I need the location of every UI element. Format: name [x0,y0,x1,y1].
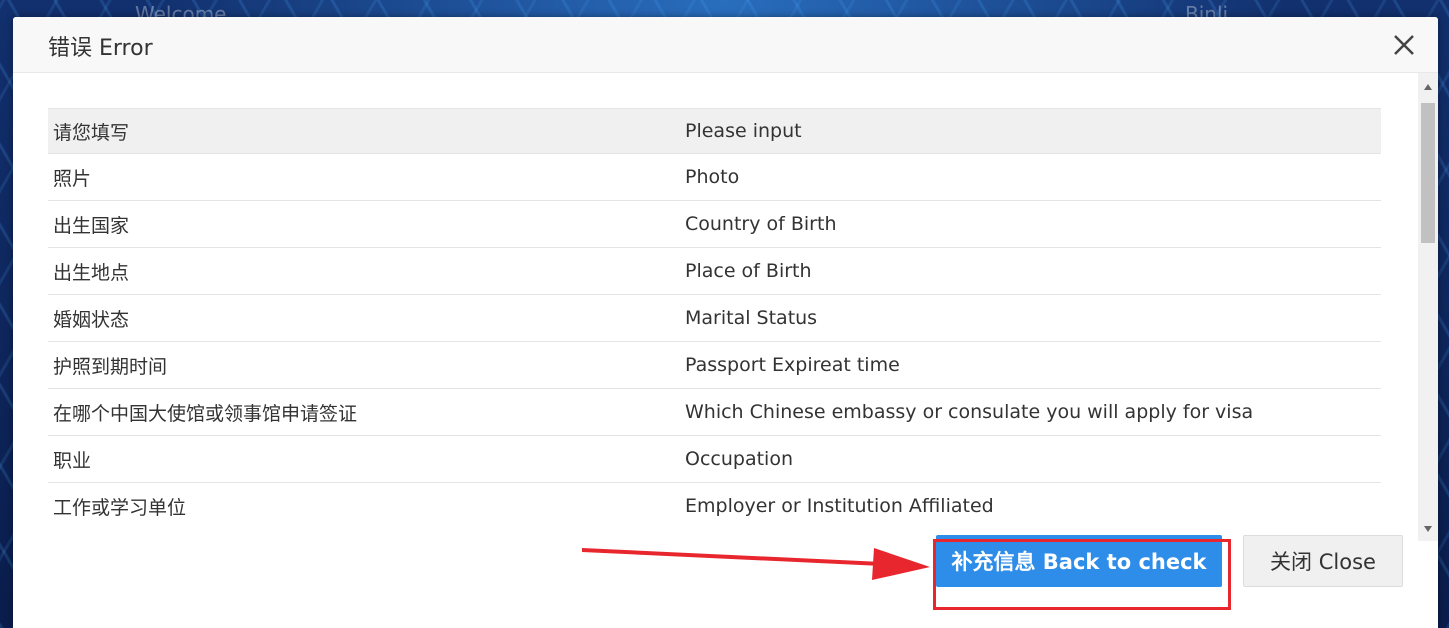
row-label-chinese: 工作或学习单位 [48,482,685,529]
scrollbar-thumb[interactable] [1421,103,1435,243]
row-label-english: Employer or Institution Affiliated [685,482,1381,529]
error-dialog: 错误 Error 请您填写 Please input 照片 Photo 出生国家… [13,17,1438,628]
vertical-scrollbar[interactable] [1418,73,1438,541]
row-label-chinese: 照片 [48,153,685,201]
table-row: 职业 Occupation [48,435,1381,483]
row-label-english: Marital Status [685,294,1381,342]
row-label-english: Place of Birth [685,247,1381,295]
table-row: 护照到期时间 Passport Expireat time [48,341,1381,389]
scroll-up-icon[interactable] [1418,77,1438,97]
scroll-down-icon[interactable] [1418,519,1438,539]
row-label-english: Occupation [685,435,1381,483]
dialog-title: 错误 Error [48,36,153,61]
table-row: 婚姻状态 Marital Status [48,294,1381,342]
back-to-check-button[interactable]: 补充信息 Back to check [936,535,1222,587]
missing-fields-table: 请您填写 Please input 照片 Photo 出生国家 Country … [48,108,1381,529]
row-label-chinese: 出生国家 [48,200,685,248]
dialog-body: 请您填写 Please input 照片 Photo 出生国家 Country … [13,73,1438,543]
table-row: 出生国家 Country of Birth [48,200,1381,248]
row-label-chinese: 出生地点 [48,247,685,295]
table-row: 照片 Photo [48,153,1381,201]
table-row: 在哪个中国大使馆或领事馆申请签证 Which Chinese embassy o… [48,388,1381,436]
row-label-english: Passport Expireat time [685,341,1381,389]
row-label-english: Which Chinese embassy or consulate you w… [685,388,1381,436]
row-label-chinese: 职业 [48,435,685,483]
row-label-english: Country of Birth [685,200,1381,248]
row-label-chinese: 在哪个中国大使馆或领事馆申请签证 [48,388,685,436]
close-icon[interactable] [1388,29,1420,61]
table-row: 工作或学习单位 Employer or Institution Affiliat… [48,482,1381,529]
column-header-english: Please input [685,108,1381,154]
dialog-footer [13,543,1438,628]
dialog-header: 错误 Error [13,17,1438,73]
row-label-chinese: 护照到期时间 [48,341,685,389]
close-button[interactable]: 关闭 Close [1243,535,1403,587]
table-header-row: 请您填写 Please input [48,108,1381,154]
table-row: 出生地点 Place of Birth [48,247,1381,295]
row-label-english: Photo [685,153,1381,201]
row-label-chinese: 婚姻状态 [48,294,685,342]
column-header-chinese: 请您填写 [48,108,685,154]
